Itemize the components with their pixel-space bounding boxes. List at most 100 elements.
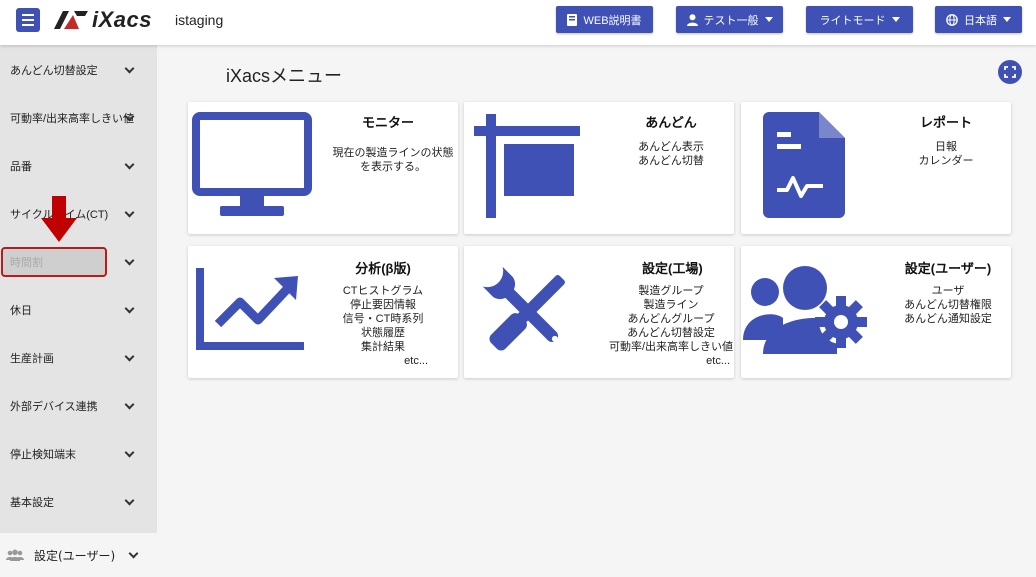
card-title: 分析(β版): [355, 261, 411, 276]
chevron-down-icon: [124, 63, 135, 74]
card-line: ユーザ: [931, 285, 965, 297]
card-line: 日報: [935, 141, 957, 153]
sidebar-item-label: 可動率/出来高率しきい値: [10, 113, 135, 125]
card-line: 信号・CT時系列: [342, 313, 424, 325]
menu-card-andon[interactable]: あんどん あんどん表示 あんどん切替: [464, 102, 734, 234]
users-settings-icon: [743, 266, 867, 354]
sidebar-item-basic-settings[interactable]: 基本設定: [0, 487, 157, 517]
trend-chart-icon: [196, 268, 304, 350]
app-logo[interactable]: iXacs: [54, 7, 152, 33]
card-line: 可動率/出来高率しきい値: [608, 341, 734, 353]
monitor-icon: [192, 112, 312, 216]
sidebar-item-label: 設定(ユーザー): [34, 548, 116, 563]
card-line: あんどん表示: [638, 141, 704, 153]
theme-mode-button[interactable]: ライトモード: [806, 6, 913, 33]
chevron-down-icon: [124, 351, 135, 362]
report-document-icon: [763, 112, 845, 218]
app-header: iXacs istaging WEB説明書 テスト一般 ライトモード 日本語: [0, 0, 1036, 45]
globe-icon: [946, 13, 958, 26]
card-description: 日報 カレンダー: [861, 140, 1031, 168]
sidebar-item-label: 品番: [10, 161, 32, 173]
theme-mode-label: ライトモード: [819, 14, 886, 27]
users-icon: [6, 549, 24, 561]
chevron-down-icon: [764, 17, 773, 22]
card-line: 集計結果: [361, 341, 405, 353]
chevron-down-icon: [124, 303, 135, 314]
sidebar-item-user-settings[interactable]: 設定(ユーザー): [0, 533, 157, 577]
user-menu-button[interactable]: テスト一般: [676, 6, 783, 33]
card-line: あんどん切替権限: [904, 299, 992, 311]
sidebar-item-stop-detection-terminal[interactable]: 停止検知端末: [0, 439, 157, 469]
web-manual-label: WEB説明書: [583, 14, 642, 27]
card-title: モニター: [361, 115, 414, 130]
sidebar-item-label: 生産計画: [10, 353, 54, 365]
menu-card-factory-settings[interactable]: 設定(工場) 製造グループ 製造ライン あんどんグループ あんどん切替設定 可動…: [464, 246, 734, 378]
sidebar-item-label: 休日: [10, 305, 32, 317]
menu-card-monitor[interactable]: モニター 現在の製造ラインの状態 を表示する。: [188, 102, 458, 234]
web-manual-button[interactable]: WEB説明書: [556, 6, 653, 33]
card-line: あんどん通知設定: [904, 313, 992, 325]
user-menu-label: テスト一般: [703, 14, 759, 27]
chevron-down-icon: [124, 159, 135, 170]
card-line: etc...: [706, 355, 730, 367]
sidebar-item-label: 停止検知端末: [10, 449, 76, 461]
language-label: 日本語: [964, 14, 997, 27]
card-description: 製造グループ 製造ライン あんどんグループ あんどん切替設定 可動率/出来高率し…: [594, 284, 748, 368]
logo-text: iXacs: [92, 7, 152, 32]
card-line: を表示する。: [360, 161, 426, 173]
sidebar-item-label: 外部デバイス連携: [10, 401, 98, 413]
sidebar-item-cycle-time[interactable]: サイクルタイム(CT): [0, 199, 157, 229]
card-line: CTヒストグラム: [342, 285, 424, 297]
card-line: 製造ライン: [643, 299, 699, 311]
tools-icon: [482, 266, 565, 351]
chevron-down-icon: [1003, 17, 1011, 22]
chevron-down-icon: [124, 399, 135, 410]
card-title: レポート: [919, 115, 972, 130]
card-description: CTヒストグラム 停止要因情報 信号・CT時系列 状態履歴 集計結果 etc..…: [308, 284, 458, 368]
sidebar-item-andon-switch-settings[interactable]: あんどん切替設定: [0, 55, 157, 85]
sidebar-item-availability-threshold[interactable]: 可動率/出来高率しきい値: [0, 103, 157, 133]
chevron-down-icon: [128, 548, 139, 559]
sidebar-item-label: 時間割: [10, 257, 43, 269]
sidebar-item-external-devices[interactable]: 外部デバイス連携: [0, 391, 157, 421]
chevron-down-icon: [124, 207, 135, 218]
chevron-down-icon: [124, 447, 135, 458]
card-line: 停止要因情報: [350, 299, 416, 311]
card-title: 設定(ユーザー): [904, 261, 992, 276]
book-icon: [567, 13, 578, 26]
menu-card-report[interactable]: レポート 日報 カレンダー: [741, 102, 1011, 234]
chevron-down-icon: [891, 17, 900, 22]
chevron-down-icon: [124, 495, 135, 506]
card-title: あんどん: [645, 115, 697, 130]
card-line: etc...: [404, 355, 428, 367]
page-title: iXacsメニュー: [226, 66, 343, 86]
red-arrow-down-icon: [41, 196, 77, 242]
card-title: 設定(工場): [642, 261, 703, 276]
hamburger-menu-button[interactable]: [16, 8, 40, 32]
menu-card-user-settings[interactable]: 設定(ユーザー) ユーザ あんどん切替権限 あんどん通知設定: [741, 246, 1011, 378]
fullscreen-icon: [1004, 66, 1016, 78]
language-button[interactable]: 日本語: [935, 6, 1022, 33]
sidebar-item-timetable[interactable]: 時間割: [0, 247, 157, 277]
card-description: 現在の製造ラインの状態 を表示する。: [318, 146, 468, 174]
card-line: 製造グループ: [638, 285, 704, 297]
card-line: あんどん切替: [638, 155, 704, 167]
card-line: あんどんグループ: [627, 313, 715, 325]
menu-card-analysis[interactable]: 分析(β版) CTヒストグラム 停止要因情報 信号・CT時系列 状態履歴 集計結…: [188, 246, 458, 378]
sidebar-item-label: あんどん切替設定: [10, 65, 98, 77]
fullscreen-button[interactable]: [998, 60, 1022, 84]
card-line: 現在の製造ラインの状態: [332, 147, 454, 159]
sidebar-item-label: 基本設定: [10, 497, 54, 509]
card-line: 状態履歴: [361, 327, 405, 339]
logo-mark-icon: [54, 11, 88, 29]
card-description: あんどん表示 あんどん切替: [598, 140, 744, 168]
sidebar-item-production-plan[interactable]: 生産計画: [0, 343, 157, 373]
sidebar-item-part-number[interactable]: 品番: [0, 151, 157, 181]
chevron-down-icon: [124, 255, 135, 266]
andon-flag-icon: [474, 114, 580, 218]
card-description: ユーザ あんどん切替権限 あんどん通知設定: [881, 284, 1015, 326]
sidebar-item-holidays[interactable]: 休日: [0, 295, 157, 325]
environment-name: istaging: [175, 12, 224, 28]
user-icon: [686, 13, 698, 26]
card-line: あんどん切替設定: [627, 327, 715, 339]
